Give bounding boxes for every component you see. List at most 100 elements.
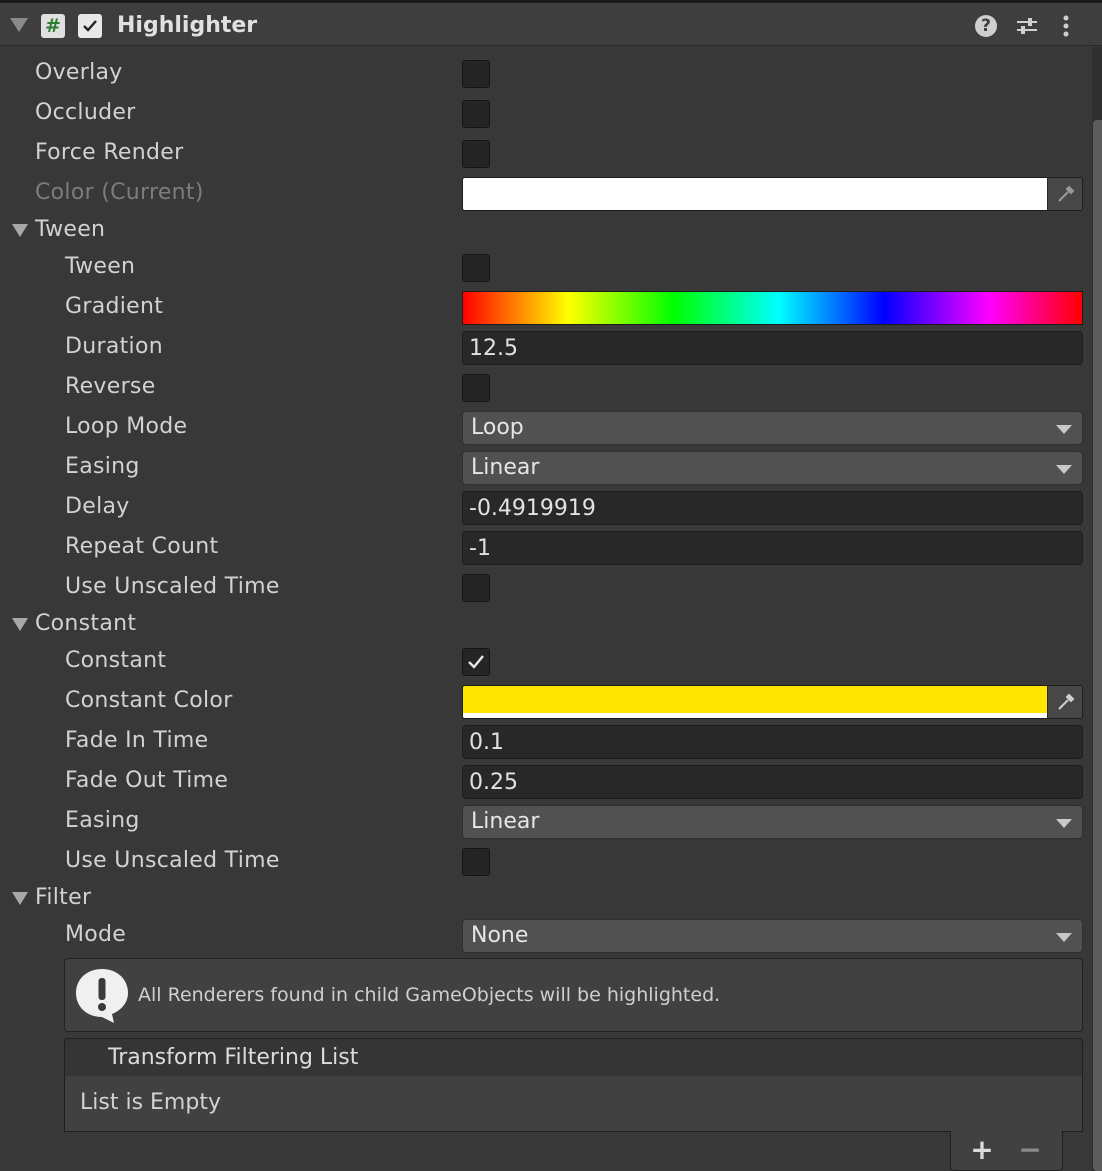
constant-easing-row: Easing Linear [0,802,1090,842]
constant-unscaled-row: Use Unscaled Time [0,842,1090,882]
duration-row: Duration 12.5 [0,328,1090,368]
foldout-arrow-icon[interactable] [10,18,28,32]
duration-value: 12.5 [469,336,518,361]
delay-label: Delay [65,494,130,519]
constant-color-label: Constant Color [65,688,233,713]
color-current-label: Color (Current) [35,180,204,205]
tween-unscaled-checkbox[interactable] [462,574,490,602]
force-render-checkbox[interactable] [462,140,490,168]
repeat-count-label: Repeat Count [65,534,219,559]
fade-out-value: 0.25 [469,770,518,795]
constant-foldout-icon[interactable] [12,618,28,631]
tween-unscaled-label: Use Unscaled Time [65,574,280,599]
component-title: Highlighter [117,13,258,38]
duration-label: Duration [65,334,163,359]
constant-label: Constant [65,648,167,673]
loop-mode-value: Loop [471,415,524,440]
fade-out-row: Fade Out Time 0.25 [0,762,1090,802]
chevron-down-icon [1056,465,1072,474]
color-current-field[interactable] [462,177,1083,211]
repeat-count-value: -1 [469,536,491,561]
tween-easing-dropdown[interactable]: Linear [462,451,1083,485]
overlay-row: Overlay [0,54,1090,94]
loop-mode-row: Loop Mode Loop [0,408,1090,448]
gradient-label: Gradient [65,294,164,319]
tween-checkbox[interactable] [462,254,490,282]
tween-toggle-row: Tween [0,248,1090,288]
component-header: # Highlighter ? [0,0,1102,46]
constant-easing-label: Easing [65,808,140,833]
constant-toggle-row: Constant [0,642,1090,682]
duration-field[interactable]: 12.5 [462,331,1083,365]
mode-label: Mode [65,922,127,947]
filter-section-header[interactable]: Filter [0,879,1090,919]
fade-out-field[interactable]: 0.25 [462,765,1083,799]
help-message: All Renderers found in child GameObjects… [138,984,721,1006]
delay-row: Delay -0.4919919 [0,488,1090,528]
repeat-count-field[interactable]: -1 [462,531,1083,565]
script-icon: # [41,14,65,38]
constant-checkbox[interactable] [462,648,490,676]
reverse-label: Reverse [65,374,156,399]
component-enabled-checkbox[interactable] [78,14,102,38]
constant-easing-value: Linear [471,809,540,834]
mode-row: Mode None [0,916,1090,956]
constant-section-label: Constant [35,611,137,636]
overlay-checkbox[interactable] [462,60,490,88]
remove-element-button[interactable]: − [1013,1135,1047,1165]
help-box: All Renderers found in child GameObjects… [64,958,1083,1032]
fade-in-row: Fade In Time 0.1 [0,722,1090,762]
delay-field[interactable]: -0.4919919 [462,491,1083,525]
color-current-row: Color (Current) [0,174,1090,214]
filter-foldout-icon[interactable] [12,892,28,905]
constant-section-header[interactable]: Constant [0,605,1090,645]
add-element-button[interactable]: + [965,1135,999,1165]
constant-color-field[interactable] [462,685,1083,719]
fade-in-label: Fade In Time [65,728,209,753]
constant-easing-dropdown[interactable]: Linear [462,805,1083,839]
eyedropper-icon[interactable] [1047,178,1082,210]
info-exclamation-icon [76,969,128,1023]
force-render-row: Force Render [0,134,1090,174]
occluder-row: Occluder [0,94,1090,134]
list-footer: + − [950,1131,1063,1171]
tween-easing-value: Linear [471,455,540,480]
transform-filtering-list-body: List is Empty [64,1076,1083,1132]
help-icon[interactable]: ? [973,13,999,39]
fade-in-value: 0.1 [469,730,504,755]
transform-filtering-list-header[interactable]: Transform Filtering List [64,1038,1083,1077]
presets-icon[interactable] [1014,13,1040,39]
alpha-bar [463,713,1047,718]
repeat-count-row: Repeat Count -1 [0,528,1090,568]
tween-easing-row: Easing Linear [0,448,1090,488]
tween-easing-label: Easing [65,454,140,479]
scrollbar-thumb[interactable] [1093,120,1102,1171]
more-options-icon[interactable] [1056,13,1082,39]
force-render-label: Force Render [35,140,184,165]
gradient-row: Gradient [0,288,1090,328]
list-empty-text: List is Empty [80,1090,221,1115]
chevron-down-icon [1056,819,1072,828]
overlay-label: Overlay [35,60,123,85]
reverse-checkbox[interactable] [462,374,490,402]
checkmark-icon [83,20,97,32]
tween-section-header[interactable]: Tween [0,211,1090,251]
constant-unscaled-checkbox[interactable] [462,848,490,876]
reverse-row: Reverse [0,368,1090,408]
occluder-checkbox[interactable] [462,100,490,128]
gradient-field[interactable] [462,291,1083,325]
filter-section-label: Filter [35,885,92,910]
chevron-down-icon [1056,425,1072,434]
tween-unscaled-row: Use Unscaled Time [0,568,1090,608]
eyedropper-icon[interactable] [1047,686,1082,718]
chevron-down-icon [1056,933,1072,942]
tween-foldout-icon[interactable] [12,224,28,237]
color-current-swatch[interactable] [463,178,1047,210]
tween-label: Tween [65,254,136,279]
mode-dropdown[interactable]: None [462,919,1083,953]
checkmark-icon [468,655,484,669]
constant-unscaled-label: Use Unscaled Time [65,848,280,873]
loop-mode-label: Loop Mode [65,414,188,439]
fade-in-field[interactable]: 0.1 [462,725,1083,759]
loop-mode-dropdown[interactable]: Loop [462,411,1083,445]
